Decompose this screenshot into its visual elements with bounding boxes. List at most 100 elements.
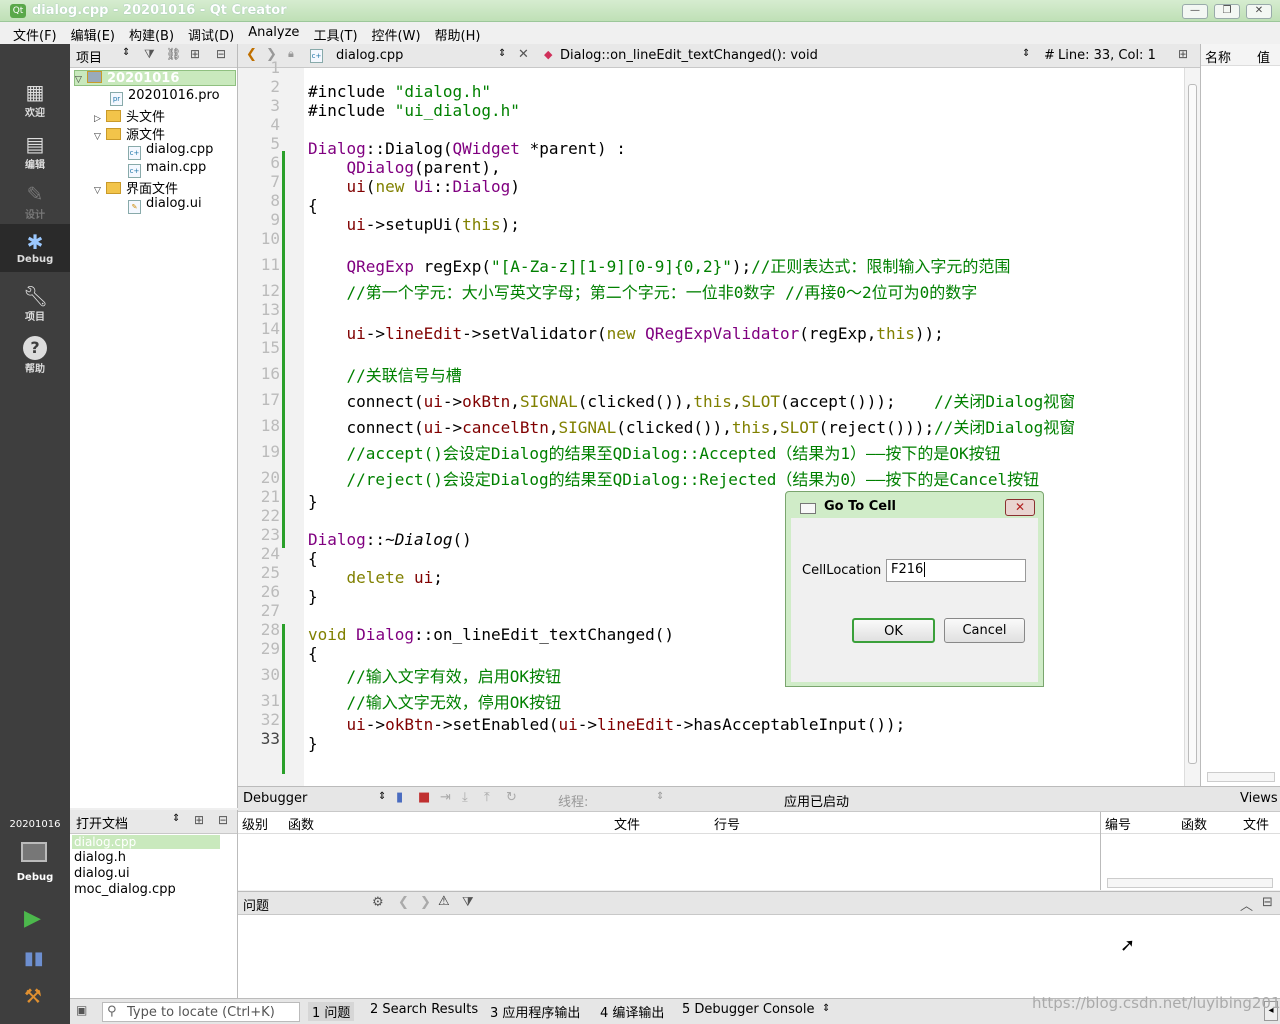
close-document-icon[interactable]: ✕ xyxy=(518,47,529,62)
open-doc-item[interactable]: moc_dialog.cpp xyxy=(74,882,176,897)
stack-col-function[interactable]: 函数 xyxy=(288,814,314,833)
step-into-icon[interactable]: ⤓ xyxy=(462,790,468,805)
stack-col-level[interactable]: 级别 xyxy=(242,814,268,833)
code-line[interactable]: //输入文字有效，启用OK按钮 xyxy=(308,663,562,687)
step-out-icon[interactable]: ⤒ xyxy=(484,790,490,805)
close-panel-icon[interactable]: ⊟ xyxy=(1262,895,1273,910)
code-line[interactable]: //reject()会设定Dialog的结果至QDialog::Rejected… xyxy=(308,466,1040,490)
editor-file-name[interactable]: dialog.cpp xyxy=(336,48,403,63)
monitor-icon[interactable] xyxy=(21,842,47,862)
code-line[interactable]: //输入文字无效，停用OK按钮 xyxy=(308,689,562,713)
tree-item-pro[interactable]: pr 20201016.pro xyxy=(110,88,220,106)
warning-icon[interactable]: ⚠ xyxy=(438,894,450,909)
tree-root-row[interactable]: ▽ 20201016 xyxy=(74,70,236,86)
cell-location-input[interactable]: F216 xyxy=(886,559,1026,582)
maximize-panel-icon[interactable]: ︿ xyxy=(1240,895,1253,914)
menu-build[interactable]: 构建(B) xyxy=(122,22,181,44)
code-line[interactable]: { xyxy=(308,196,318,215)
menu-widgets[interactable]: 控件(W) xyxy=(365,22,428,44)
chevron-updown-icon[interactable]: ⇕ xyxy=(378,791,386,802)
code-line[interactable]: #include "ui_dialog.h" xyxy=(308,101,520,120)
symbol-selector[interactable]: Dialog::on_lineEdit_textChanged(): void xyxy=(560,48,818,63)
tree-item-dialog-ui[interactable]: ✎ dialog.ui xyxy=(128,196,202,214)
prev-issue-icon[interactable]: ❮ xyxy=(398,895,409,910)
tree-item-dialog-cpp[interactable]: c+ dialog.cpp xyxy=(128,142,213,160)
code-line[interactable]: ui->setupUi(this); xyxy=(308,215,520,234)
locator-field[interactable]: ⚲ Type to locate (Ctrl+K) xyxy=(102,1002,300,1022)
chevron-updown-icon[interactable]: ⇕ xyxy=(498,48,506,59)
menu-tools[interactable]: 工具(T) xyxy=(306,22,364,44)
issues-settings-icon[interactable]: ⚙ xyxy=(372,895,384,910)
menu-debug[interactable]: 调试(D) xyxy=(181,22,241,44)
editor-vertical-scrollbar[interactable] xyxy=(1184,68,1200,786)
tab-debugger-console[interactable]: 5 Debugger Console xyxy=(682,1002,815,1017)
code-line[interactable]: } xyxy=(308,587,318,606)
locals-horizontal-scrollbar[interactable] xyxy=(1207,772,1275,782)
code-line[interactable]: QDialog(parent), xyxy=(308,158,501,177)
code-line[interactable]: { xyxy=(308,644,318,663)
close-pane-icon[interactable]: ⊟ xyxy=(218,813,228,827)
open-doc-item[interactable]: dialog.ui xyxy=(74,866,130,881)
tab-search-results[interactable]: 2 Search Results xyxy=(370,1002,478,1017)
cancel-button[interactable]: Cancel xyxy=(944,618,1025,643)
scrollbar-thumb[interactable] xyxy=(1188,84,1197,764)
mode-help[interactable]: ? 帮助 xyxy=(0,330,70,378)
build-hammer-icon[interactable]: ⚒ xyxy=(24,984,42,1008)
code-line[interactable]: //accept()会设定Dialog的结果至QDialog::Accepted… xyxy=(308,440,1001,464)
chevron-updown-icon[interactable]: ⇕ xyxy=(656,791,664,802)
code-line[interactable]: void Dialog::on_lineEdit_textChanged() xyxy=(308,625,674,644)
code-line[interactable]: ui->okBtn->setEnabled(ui->lineEdit->hasA… xyxy=(308,715,906,734)
tab-app-output[interactable]: 3 应用程序输出 xyxy=(490,1002,580,1021)
tree-folder-sources[interactable]: ▽ 源文件 xyxy=(94,124,165,143)
open-doc-item[interactable]: dialog.cpp xyxy=(72,835,220,849)
stack-col-file[interactable]: 文件 xyxy=(614,814,640,833)
mode-design[interactable]: ✎ 设计 xyxy=(0,176,70,224)
code-line[interactable]: connect(ui->okBtn,SIGNAL(clicked()),this… xyxy=(308,388,1076,412)
step-over-icon[interactable]: ⇥ xyxy=(440,790,451,805)
mode-projects[interactable]: 🔧︎ 项目 xyxy=(0,278,70,326)
bp-col-file[interactable]: 文件 xyxy=(1243,814,1269,833)
restart-icon[interactable]: ↻ xyxy=(506,790,517,805)
tab-compile-output[interactable]: 4 编译输出 xyxy=(600,1002,664,1021)
filter-icon[interactable]: ⧩ xyxy=(462,895,474,910)
run-icon[interactable]: ▶ xyxy=(24,906,41,931)
code-line[interactable]: ui->lineEdit->setValidator(new QRegExpVa… xyxy=(308,324,944,343)
link-icon[interactable]: ⛓ xyxy=(166,47,181,61)
menu-help[interactable]: 帮助(H) xyxy=(428,22,488,44)
bp-col-number[interactable]: 编号 xyxy=(1105,814,1131,833)
code-line[interactable]: ui(new Ui::Dialog) xyxy=(308,177,520,196)
chevron-updown-icon[interactable]: ⇕ xyxy=(1022,48,1030,59)
split-icon[interactable]: ⊞ xyxy=(194,813,204,827)
filter-icon[interactable]: ⧩ xyxy=(144,47,155,62)
split-icon[interactable]: ⊞ xyxy=(1178,47,1188,61)
locals-col-value[interactable]: 值 xyxy=(1257,47,1270,66)
cursor-position[interactable]: Line: 33, Col: 1 xyxy=(1058,48,1156,63)
debug-run-icon[interactable]: ▮▮ xyxy=(24,948,44,969)
views-button[interactable]: Views xyxy=(1240,791,1278,806)
code-line[interactable]: //关联信号与槽 xyxy=(308,362,462,386)
bp-col-function[interactable]: 函数 xyxy=(1181,814,1207,833)
chevron-updown-icon[interactable]: ⇕ xyxy=(172,813,180,824)
code-line[interactable]: //第一个字元：大小写英文字母；第二个字元：一位非0数字 //再接0～2位可为0… xyxy=(308,279,978,303)
code-line[interactable]: } xyxy=(308,734,318,753)
mode-welcome[interactable]: ▦ 欢迎 xyxy=(0,74,70,122)
menu-edit[interactable]: 编辑(E) xyxy=(64,22,122,44)
minimize-button[interactable]: — xyxy=(1182,4,1208,19)
split-icon[interactable]: ⊞ xyxy=(190,47,200,61)
close-pane-icon[interactable]: ⊟ xyxy=(216,47,226,61)
stack-col-line[interactable]: 行号 xyxy=(714,814,740,833)
code-line[interactable]: QRegExp regExp("[A-Za-z][1-9][0-9]{0,2}"… xyxy=(308,253,1011,277)
next-issue-icon[interactable]: ❯ xyxy=(420,895,431,910)
dialog-close-button[interactable]: ✕ xyxy=(1005,499,1035,516)
tree-item-main-cpp[interactable]: c+ main.cpp xyxy=(128,160,206,178)
close-window-button[interactable]: ✕ xyxy=(1246,4,1272,19)
debugger-selector[interactable]: Debugger xyxy=(243,791,307,806)
code-line[interactable]: Dialog::~Dialog() xyxy=(308,530,472,549)
chevron-updown-icon[interactable]: ⇕ xyxy=(822,1003,830,1014)
stop-icon[interactable]: ■ xyxy=(418,790,430,805)
tab-issues[interactable]: 1 问题 xyxy=(308,1002,355,1021)
code-line[interactable]: Dialog::Dialog(QWidget *parent) : xyxy=(308,139,626,158)
menu-analyze[interactable]: Analyze xyxy=(241,22,306,44)
continue-icon[interactable]: ▮ xyxy=(396,790,403,805)
code-line[interactable]: { xyxy=(308,549,318,568)
